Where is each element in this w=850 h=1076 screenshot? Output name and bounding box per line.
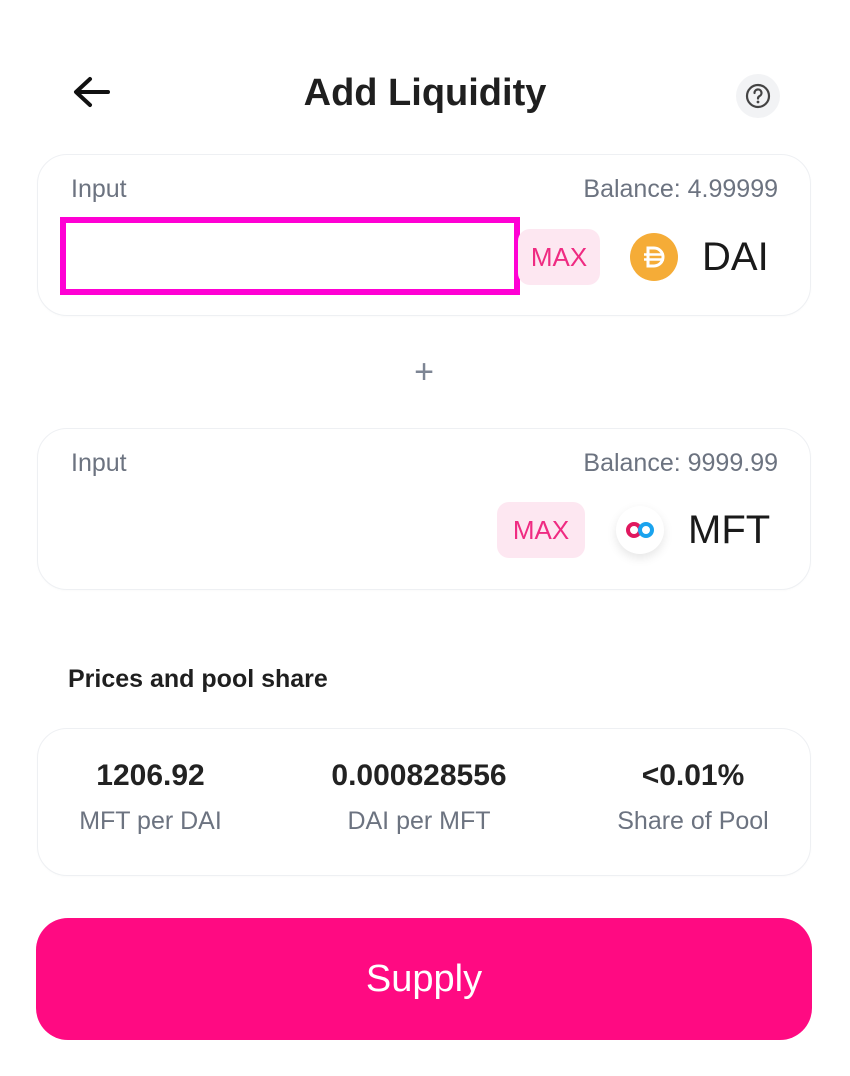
- input-card-dai: Input Balance: 4.99999 MAX DAI: [37, 154, 811, 316]
- prices-card: 1206.92 MFT per DAI 0.000828556 DAI per …: [37, 728, 811, 876]
- amount-input[interactable]: [60, 217, 520, 295]
- pool-share-stat: <0.01% Share of Pool: [593, 759, 793, 836]
- token-symbol: MFT: [688, 507, 771, 552]
- balance-text: Balance: 9999.99: [583, 449, 778, 477]
- input-card-mft: Input Balance: 9999.99 MAX MFT: [37, 428, 811, 590]
- token-selector-mft[interactable]: MFT: [616, 502, 770, 558]
- plus-icon: +: [414, 353, 434, 391]
- stat-label: Share of Pool: [617, 807, 769, 835]
- balance-text: Balance: 4.99999: [583, 175, 778, 203]
- stat-value: 0.000828556: [331, 759, 507, 792]
- price-stat: 1206.92 MFT per DAI: [48, 759, 253, 836]
- header: Add Liquidity: [0, 50, 850, 140]
- price-stat: 0.000828556 DAI per MFT: [303, 759, 535, 836]
- prices-section-title: Prices and pool share: [68, 665, 328, 693]
- supply-button[interactable]: Supply: [36, 918, 812, 1040]
- stat-label: DAI per MFT: [347, 807, 491, 835]
- input-label: Input: [71, 175, 127, 203]
- input-label: Input: [71, 449, 127, 477]
- dai-token-icon: [630, 233, 678, 281]
- page-title: Add Liquidity: [303, 72, 547, 114]
- stat-label: MFT per DAI: [79, 807, 222, 835]
- max-button[interactable]: MAX: [518, 229, 600, 285]
- token-symbol: DAI: [702, 234, 769, 279]
- mft-token-icon: [616, 506, 664, 554]
- stat-value: <0.01%: [641, 759, 745, 792]
- token-selector-dai[interactable]: DAI: [630, 229, 769, 285]
- max-button[interactable]: MAX: [497, 502, 585, 558]
- help-icon[interactable]: [736, 74, 780, 118]
- stat-value: 1206.92: [96, 759, 205, 792]
